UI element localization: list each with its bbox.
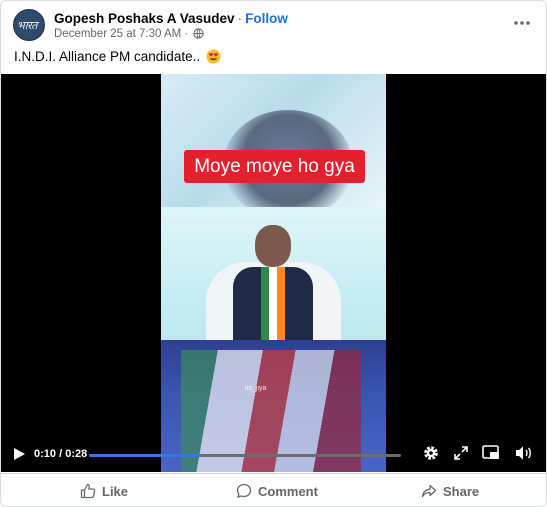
fullscreen-expand-icon[interactable] (454, 446, 468, 460)
separator-dot: · (237, 11, 243, 26)
video-time: 0:10 / 0:28 (34, 448, 87, 460)
post-card: भारत Gopesh Poshaks A Vasudev · Follow Dec… (0, 0, 547, 507)
follow-button[interactable]: Follow (245, 11, 288, 26)
settings-gear-icon[interactable] (422, 444, 440, 462)
comment-button[interactable]: Comment (236, 483, 318, 499)
author-line: Gopesh Poshaks A Vasudev · Follow (54, 11, 288, 26)
seek-bar-progress (89, 454, 202, 457)
share-arrow-icon (421, 484, 437, 498)
seek-bar[interactable] (89, 454, 401, 457)
video-panel-middle (161, 207, 386, 342)
avatar[interactable]: भारत (13, 9, 45, 41)
more-options-icon[interactable] (512, 15, 532, 31)
comment-bubble-icon (236, 483, 252, 498)
caption-text: I.N.D.I. Alliance PM candidate.. (14, 49, 201, 64)
share-label: Share (443, 484, 480, 499)
video-watermark: its_jiya (245, 385, 267, 392)
date-separator: · (184, 28, 189, 40)
share-button[interactable]: Share (421, 483, 479, 499)
post-meta: December 25 at 7:30 AM · (54, 28, 205, 40)
like-button[interactable]: Like (80, 483, 128, 499)
picture-in-picture-icon[interactable] (482, 445, 500, 461)
comment-label: Comment (258, 484, 318, 499)
video-banner-text: Moye moye ho gya (184, 150, 365, 183)
author-name[interactable]: Gopesh Poshaks A Vasudev (54, 11, 235, 26)
video-frame: its_jiya (161, 74, 386, 472)
video-controls: 0:10 / 0:28 (1, 436, 546, 472)
volume-icon[interactable] (515, 445, 533, 461)
post-date[interactable]: December 25 at 7:30 AM (54, 28, 181, 40)
duration: 0:28 (65, 448, 88, 460)
like-label: Like (102, 484, 129, 499)
video-player[interactable]: its_jiya Moye moye ho gya 0:10 / 0:28 (1, 74, 546, 472)
video-panel-top (161, 74, 386, 220)
avatar-logo-text: भारत (17, 19, 37, 32)
play-icon[interactable] (13, 447, 26, 461)
globe-icon (193, 28, 205, 39)
time-separator: / (59, 448, 63, 460)
post-actions: Like Comment Share (1, 473, 546, 506)
thumbs-up-icon (80, 483, 96, 499)
current-time: 0:10 (34, 448, 57, 460)
post-caption: I.N.D.I. Alliance PM candidate.. (14, 49, 221, 64)
post-header: भारत Gopesh Poshaks A Vasudev · Follow Dec… (1, 1, 546, 45)
heart-eyes-emoji-icon (206, 49, 221, 64)
